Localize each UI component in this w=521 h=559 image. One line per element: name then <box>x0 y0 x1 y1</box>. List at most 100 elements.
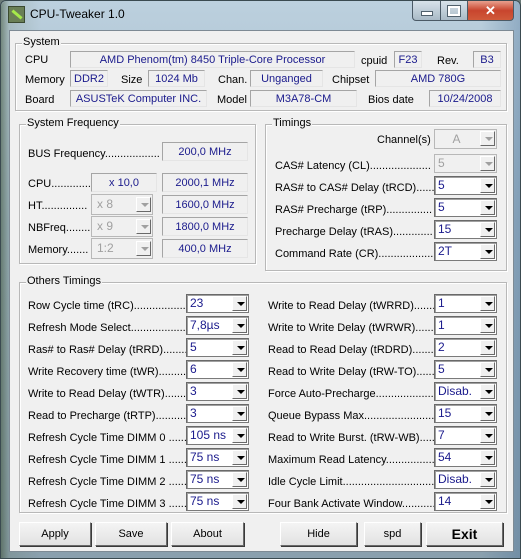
left-timing-select[interactable]: 105 ns <box>186 426 249 445</box>
size-label: Size <box>121 74 143 86</box>
chevron-down-icon[interactable] <box>232 362 247 377</box>
right-timing-value: 1 <box>438 318 445 332</box>
left-timing-select[interactable]: 5 <box>186 338 249 357</box>
chevron-down-icon[interactable] <box>232 428 247 443</box>
chevron-down-icon[interactable] <box>480 200 495 215</box>
right-timing-label: Read to Write Burst. (tRW-WB)...... <box>268 432 438 444</box>
chevron-down-icon[interactable] <box>232 318 247 333</box>
right-timing-select[interactable]: Disab. <box>434 382 497 401</box>
hide-button[interactable]: Hide <box>280 522 357 546</box>
left-timing-select[interactable]: 75 ns <box>186 470 249 489</box>
chevron-down-icon[interactable] <box>480 472 495 487</box>
close-icon: ✕ <box>485 2 496 18</box>
trcd-select[interactable]: 5 <box>434 176 497 195</box>
right-timing-select[interactable]: 5 <box>434 360 497 379</box>
left-timing-value: 23 <box>190 296 204 310</box>
memory-size-field: 1024 Mb <box>148 70 205 87</box>
right-timing-label: Read to Write Delay (tRW-TO)....... <box>268 366 438 378</box>
chevron-down-icon[interactable] <box>480 340 495 355</box>
left-timing-value: 75 ns <box>190 494 220 508</box>
nb-multiplier-select[interactable]: x 9 <box>91 216 153 237</box>
chevron-down-icon[interactable] <box>232 450 247 465</box>
board-label: Board <box>25 94 55 106</box>
memory-freq-label: Memory....... <box>28 244 89 256</box>
nb-freq-label: NBFreq......... <box>28 222 94 234</box>
right-timing-select[interactable]: 1 <box>434 316 497 335</box>
system-frequency-group-title: System Frequency <box>26 117 120 129</box>
chevron-down-icon[interactable] <box>480 428 495 443</box>
chevron-down-icon[interactable] <box>480 296 495 311</box>
left-timing-select[interactable]: 23 <box>186 294 249 313</box>
trp-select[interactable]: 5 <box>434 198 497 217</box>
left-timing-value: 3 <box>190 406 197 420</box>
board-field: ASUSTeK Computer INC. <box>70 90 207 107</box>
right-timing-select[interactable]: 15 <box>434 404 497 423</box>
left-timing-select[interactable]: 75 ns <box>186 492 249 511</box>
chevron-down-icon[interactable] <box>232 472 247 487</box>
right-timing-label: Maximum Read Latency.................. <box>268 454 441 466</box>
tras-select[interactable]: 15 <box>434 220 497 239</box>
command-rate-select[interactable]: 2T <box>434 242 497 261</box>
channel-select[interactable]: A <box>434 129 497 149</box>
right-timing-select[interactable]: 7 <box>434 426 497 445</box>
chevron-down-icon[interactable] <box>136 197 151 212</box>
chevron-down-icon[interactable] <box>480 318 495 333</box>
model-field: M3A78-CM <box>250 90 357 107</box>
left-timing-select[interactable]: 6 <box>186 360 249 379</box>
bios-date-field: 10/24/2008 <box>429 90 501 107</box>
right-timing-select[interactable]: 1 <box>434 294 497 313</box>
chevron-down-icon[interactable] <box>480 450 495 465</box>
memory-ratio-select[interactable]: 1:2 <box>91 238 153 259</box>
minimize-button[interactable] <box>412 1 441 21</box>
client-area: System CPU AMD Phenom(tm) 8450 Triple-Co… <box>9 30 514 552</box>
chevron-down-icon[interactable] <box>232 384 247 399</box>
channel-mode-field: Unganged <box>250 70 323 87</box>
left-timing-select[interactable]: 75 ns <box>186 448 249 467</box>
command-rate-value: 2T <box>438 244 453 258</box>
left-timing-label: Refresh Cycle Time DIMM 0 ....... <box>28 432 190 444</box>
trp-value: 5 <box>438 200 445 214</box>
cas-latency-select[interactable]: 5 <box>434 154 497 173</box>
right-timing-label: Queue Bypass Max........................ <box>268 410 438 422</box>
chevron-down-icon[interactable] <box>232 494 247 509</box>
right-timing-select[interactable]: 2 <box>434 338 497 357</box>
chevron-down-icon[interactable] <box>232 296 247 311</box>
chevron-down-icon[interactable] <box>136 241 151 256</box>
ht-multiplier-select[interactable]: x 8 <box>91 194 153 215</box>
chevron-down-icon[interactable] <box>480 222 495 237</box>
close-button[interactable]: ✕ <box>468 1 514 21</box>
chevron-down-icon[interactable] <box>480 406 495 421</box>
rev-label: Rev. <box>437 55 459 67</box>
exit-button[interactable]: Exit <box>426 522 503 546</box>
right-timing-select[interactable]: 54 <box>434 448 497 467</box>
left-timing-select[interactable]: 7,8µs <box>186 316 249 335</box>
apply-button[interactable]: Apply <box>19 522 91 546</box>
cas-latency-value: 5 <box>438 156 445 170</box>
spd-button[interactable]: spd <box>364 522 421 546</box>
chevron-down-icon[interactable] <box>480 156 495 171</box>
others-timings-group-title: Others Timings <box>26 275 102 287</box>
right-timing-select[interactable]: 14 <box>434 492 497 511</box>
chevron-down-icon[interactable] <box>480 178 495 193</box>
chevron-down-icon[interactable] <box>232 340 247 355</box>
command-rate-label: Command Rate (CR).................... <box>275 248 440 260</box>
cas-latency-label: CAS# Latency (CL).................... <box>275 160 431 172</box>
save-button[interactable]: Save <box>95 522 167 546</box>
title-bar[interactable]: CPU-Tweaker 1.0 ✕ <box>1 1 520 27</box>
chevron-down-icon[interactable] <box>480 362 495 377</box>
bus-frequency-label: BUS Frequency.................. <box>28 148 160 160</box>
about-button[interactable]: About <box>171 522 244 546</box>
chevron-down-icon[interactable] <box>136 219 151 234</box>
right-timing-select[interactable]: Disab. <box>434 470 497 489</box>
chevron-down-icon[interactable] <box>480 384 495 399</box>
left-timing-select[interactable]: 3 <box>186 404 249 423</box>
maximize-button[interactable] <box>441 1 468 21</box>
chevron-down-icon[interactable] <box>232 406 247 421</box>
right-timing-label: Write to Read Delay (tWRRD)....... <box>268 300 436 312</box>
ht-frequency-field: 1600,0 MHz <box>162 195 248 214</box>
chevron-down-icon[interactable] <box>480 131 495 146</box>
left-timing-select[interactable]: 3 <box>186 382 249 401</box>
chevron-down-icon[interactable] <box>480 244 495 259</box>
right-timing-value: 1 <box>438 296 445 310</box>
chevron-down-icon[interactable] <box>480 494 495 509</box>
